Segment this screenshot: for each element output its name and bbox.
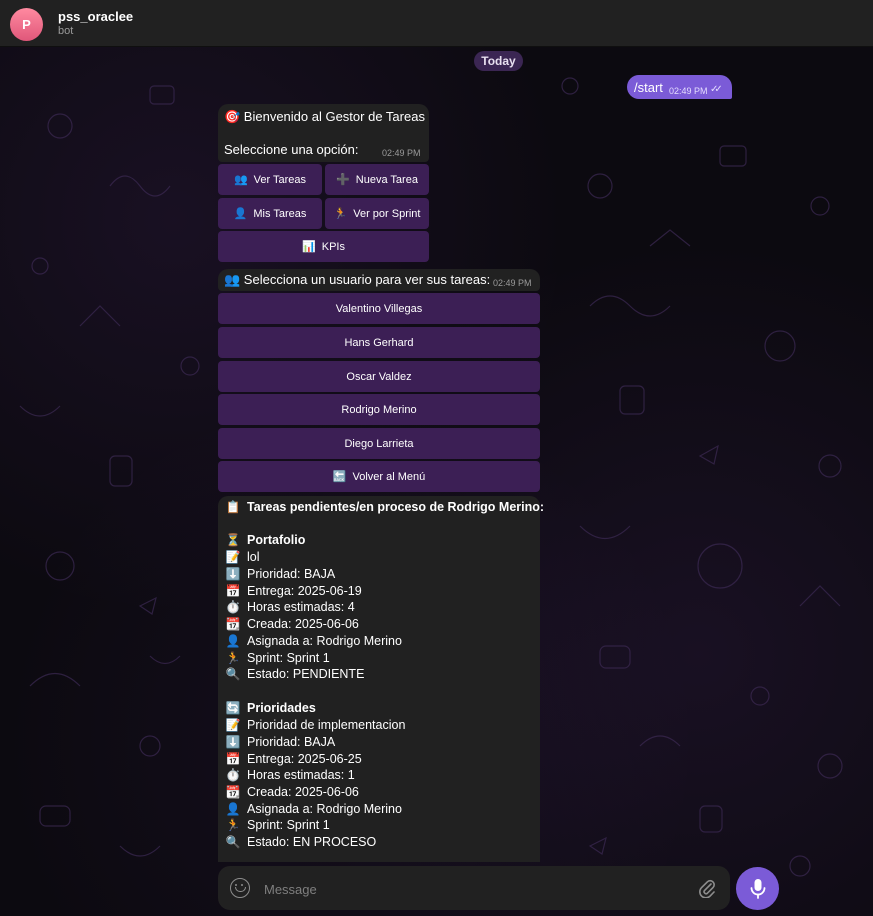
button-label: Volver al Menú [352, 470, 426, 483]
avatar-letter: P [22, 17, 31, 32]
task-created: 📆 Creada: 2025-06-06 [225, 617, 359, 631]
task-due-date: 📅 Entrega: 2025-06-25 [225, 752, 362, 766]
user-button-rodrigo[interactable]: Rodrigo Merino [218, 394, 540, 425]
message-time: 02:49 PM [493, 278, 532, 288]
task-description: 📝 Prioridad de implementacion [225, 718, 406, 732]
task-list-message[interactable]: 📋 Tareas pendientes/en proceso de Rodrigo… [218, 496, 544, 862]
back-icon: 🔙 [332, 471, 347, 483]
task-state: 🔍 Estado: PENDIENTE [225, 667, 365, 681]
memo-icon: 📝 [225, 550, 241, 564]
calendar-icon: 📅 [225, 584, 241, 598]
task-sprint: 🏃 Sprint: Sprint 1 [225, 818, 330, 832]
refresh-icon: 🔄 [225, 701, 241, 715]
task-title: 🔄 Prioridades [225, 701, 316, 715]
outgoing-message-text: /start [634, 80, 663, 95]
outgoing-message[interactable]: /start 02:49 PM ✓✓ [627, 75, 732, 99]
button-label: Hans Gerhard [344, 336, 414, 349]
ver-por-sprint-button[interactable]: 🏃 Ver por Sprint [325, 198, 429, 229]
clipboard-icon: 📋 [225, 500, 241, 514]
magnifier-icon: 🔍 [225, 835, 241, 849]
user-icon: 👤 [233, 208, 248, 220]
button-label: Diego Larrieta [344, 437, 414, 450]
task-sprint: 🏃 Sprint: Sprint 1 [225, 651, 330, 665]
task-assignee: 👤 Asignada a: Rodrigo Merino [225, 634, 402, 648]
task-state: 🔍 Estado: EN PROCESO [225, 835, 377, 849]
chat-subtitle: bot [58, 25, 74, 37]
bot-avatar[interactable]: P [10, 8, 43, 41]
button-label: Mis Tareas [253, 207, 307, 220]
user-button-oscar[interactable]: Oscar Valdez [218, 361, 540, 392]
task-assignee: 👤 Asignada a: Rodrigo Merino [225, 802, 402, 816]
microphone-icon [750, 878, 765, 899]
tear-off-calendar-icon: 📆 [225, 617, 241, 631]
back-to-menu-button[interactable]: 🔙 Volver al Menú [218, 461, 540, 492]
button-label: Oscar Valdez [346, 370, 412, 383]
task-created: 📆 Creada: 2025-06-06 [225, 785, 359, 799]
user-button-diego[interactable]: Diego Larrieta [218, 428, 540, 459]
memo-icon: 📝 [225, 718, 241, 732]
mis-tareas-button[interactable]: 👤 Mis Tareas [218, 198, 322, 229]
stopwatch-icon: ⏱️ [225, 768, 241, 782]
ver-tareas-button[interactable]: 👥 Ver Tareas [218, 164, 322, 195]
runner-icon: 🏃 [225, 651, 241, 665]
select-option-line: Seleccione una opción: [224, 142, 359, 157]
magnifier-icon: 🔍 [225, 667, 241, 681]
task-priority: ⬇️ Prioridad: BAJA [225, 735, 336, 749]
message-composer [218, 866, 730, 910]
hourglass-icon: ⏳ [225, 533, 241, 547]
user-button-valentino[interactable]: Valentino Villegas [218, 293, 540, 324]
chat-title[interactable]: pss_oraclee [58, 9, 133, 24]
chat-header: P pss_oraclee bot [0, 0, 873, 47]
tear-off-calendar-icon: 📆 [225, 785, 241, 799]
user-icon: 👤 [225, 634, 241, 648]
paperclip-icon[interactable] [698, 878, 716, 898]
message-time: 02:49 PM [382, 148, 421, 158]
select-user-line: 👥 Selecciona un usuario para ver sus tar… [224, 272, 491, 287]
button-label: KPIs [321, 240, 345, 253]
runner-icon: 🏃 [225, 818, 241, 832]
read-check-icon: ✓✓ [710, 84, 723, 95]
select-user-message[interactable]: 👥 Selecciona un usuario para ver sus tar… [218, 269, 540, 291]
button-label: Nueva Tarea [355, 173, 418, 186]
outgoing-message-time: 02:49 PM [669, 86, 708, 96]
voice-record-button[interactable] [736, 867, 779, 910]
kpis-button[interactable]: 📊 KPIs [218, 231, 429, 262]
plus-icon: ➕ [336, 174, 350, 186]
welcome-message[interactable]: 🎯 Bienvenido al Gestor de Tareas Selecci… [218, 104, 429, 162]
task-title: ⏳ Portafolio [225, 533, 306, 547]
date-separator: Today [474, 51, 523, 71]
message-input[interactable] [262, 876, 686, 902]
task-list-heading: 📋 Tareas pendientes/en proceso de Rodrigo… [225, 500, 545, 514]
button-label: Rodrigo Merino [341, 403, 417, 416]
bar-chart-icon: 📊 [302, 241, 316, 253]
button-label: Ver por Sprint [353, 207, 421, 220]
down-arrow-icon: ⬇️ [225, 735, 241, 749]
button-label: Ver Tareas [253, 173, 307, 186]
calendar-icon: 📅 [225, 752, 241, 766]
task-due-date: 📅 Entrega: 2025-06-19 [225, 584, 362, 598]
nueva-tarea-button[interactable]: ➕ Nueva Tarea [325, 164, 429, 195]
task-hours: ⏱️ Horas estimadas: 1 [225, 768, 355, 782]
users-icon: 👥 [233, 174, 248, 186]
task-description: 📝 lol [225, 550, 260, 564]
stopwatch-icon: ⏱️ [225, 600, 241, 614]
button-label: Valentino Villegas [335, 302, 423, 315]
task-priority: ⬇️ Prioridad: BAJA [225, 567, 336, 581]
emoji-icon[interactable] [230, 878, 250, 898]
down-arrow-icon: ⬇️ [225, 567, 241, 581]
user-button-hans[interactable]: Hans Gerhard [218, 327, 540, 358]
welcome-line: 🎯 Bienvenido al Gestor de Tareas [224, 109, 425, 124]
user-icon: 👤 [225, 802, 241, 816]
runner-icon: 🏃 [333, 208, 348, 220]
task-hours: ⏱️ Horas estimadas: 4 [225, 600, 355, 614]
